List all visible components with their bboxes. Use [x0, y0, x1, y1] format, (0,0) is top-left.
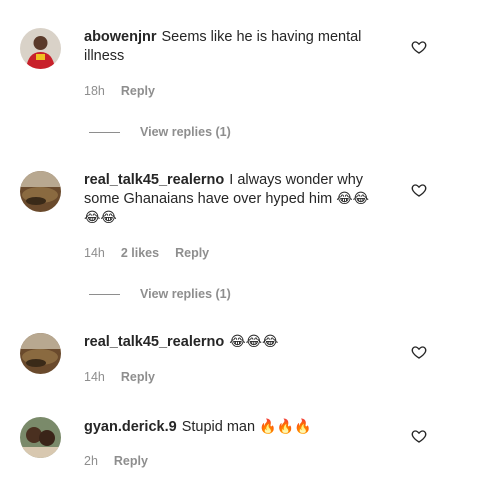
comment-text: gyan.derick.9 Stupid man 🔥🔥🔥 — [84, 418, 384, 437]
comment-time: 18h — [84, 84, 105, 98]
avatar[interactable] — [20, 171, 61, 212]
replies-divider — [89, 293, 120, 295]
comment-time: 14h — [84, 370, 105, 384]
view-replies[interactable]: View replies (1) — [89, 287, 231, 301]
heart-icon[interactable] — [411, 182, 427, 198]
heart-icon[interactable] — [411, 428, 427, 444]
avatar[interactable] — [20, 28, 61, 69]
comment-time: 14h — [84, 246, 105, 260]
comment-username[interactable]: gyan.derick.9 — [84, 419, 177, 435]
view-replies[interactable]: View replies (1) — [89, 125, 231, 139]
comment-meta: 2h Reply — [84, 454, 148, 468]
comment-meta: 14h Reply — [84, 370, 155, 384]
comment-emoji: 😂😂😂 — [229, 334, 279, 350]
comment-username[interactable]: real_talk45_realerno — [84, 334, 224, 350]
heart-icon[interactable] — [411, 344, 427, 360]
reply-button[interactable]: Reply — [114, 454, 148, 468]
avatar[interactable] — [20, 333, 61, 374]
replies-divider — [89, 131, 120, 133]
comment-username[interactable]: real_talk45_realerno — [84, 172, 224, 188]
comment-body: Stupid man — [181, 419, 256, 435]
view-replies-label[interactable]: View replies (1) — [140, 125, 231, 139]
comment-emoji: 🔥🔥🔥 — [259, 419, 312, 435]
heart-icon[interactable] — [411, 39, 427, 55]
comment-text: abowenjnr Seems like he is having mental … — [84, 28, 384, 66]
reply-button[interactable]: Reply — [175, 246, 209, 260]
comment-meta: 14h 2 likes Reply — [84, 246, 209, 260]
reply-button[interactable]: Reply — [121, 370, 155, 384]
likes-count[interactable]: 2 likes — [121, 246, 159, 260]
avatar[interactable] — [20, 417, 61, 458]
comment-text: real_talk45_realerno I always wonder why … — [84, 171, 384, 228]
comment-meta: 18h Reply — [84, 84, 155, 98]
comment-username[interactable]: abowenjnr — [84, 29, 157, 45]
comment-time: 2h — [84, 454, 98, 468]
reply-button[interactable]: Reply — [121, 84, 155, 98]
comment-text: real_talk45_realerno 😂😂😂 — [84, 333, 384, 352]
view-replies-label[interactable]: View replies (1) — [140, 287, 231, 301]
